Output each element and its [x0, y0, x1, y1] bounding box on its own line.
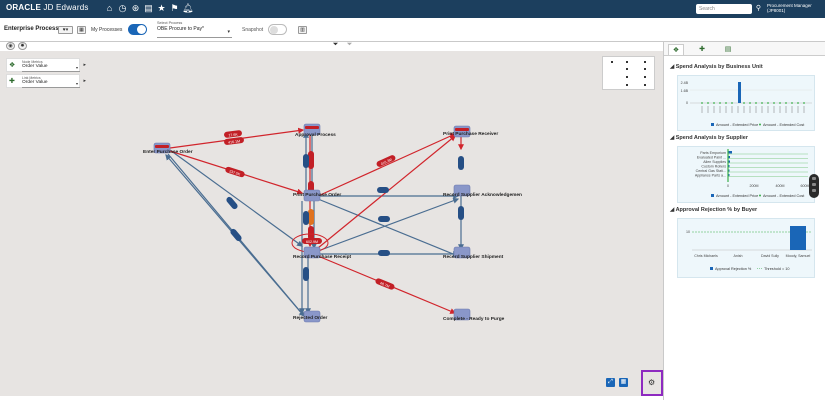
svg-text:David Sully: David Sully: [761, 254, 779, 258]
heart-dropdown-button[interactable]: ♥▾: [58, 26, 73, 34]
edge-label-e2[interactable]: 416.1M: [228, 139, 240, 144]
tab-analytics[interactable]: ❖: [668, 44, 684, 55]
tab-links[interactable]: ✚: [694, 44, 710, 55]
node-label-complete[interactable]: Complete - Ready to Purge: [443, 317, 504, 322]
svg-text:400M: 400M: [776, 184, 785, 188]
open-apps-icon[interactable]: ▤: [143, 3, 154, 14]
svg-text:Chris Michaels: Chris Michaels: [694, 254, 718, 258]
svg-text:0: 0: [727, 184, 729, 188]
oracle-jde-logo[interactable]: ORACLE JD Edwards: [6, 3, 89, 12]
tab-details[interactable]: ▤: [720, 44, 736, 55]
node-label-approval[interactable]: Approval Process: [295, 133, 336, 138]
bu-legend-2: Amount - Extended Cost: [763, 123, 805, 127]
section-title-rejection[interactable]: ◢ Approval Rejection % by Buyer: [670, 207, 757, 213]
rej-legend-1: Approval Rejection %: [715, 267, 752, 271]
settings-icon[interactable]: ✹: [18, 42, 27, 50]
edge-print-shipment: [317, 198, 460, 257]
edge-pill-blue-8: [378, 250, 390, 256]
svg-text:200M: 200M: [750, 184, 759, 188]
top-navigation-bar: ORACLE JD Edwards ⌂ ◷ ⊛ ▤ ★ ⚑ 🔔︎ Search …: [0, 0, 825, 18]
bu-ytick-3: 0: [686, 101, 688, 105]
process-toolbar: Enterprise Process ♥▾ ▦ My Processes Sel…: [0, 18, 825, 42]
svg-text:Allen Supplies: Allen Supplies: [703, 160, 726, 164]
panel-tabs: ❖ ✚ ▤: [664, 42, 825, 56]
edge-pill-vertical-4: [308, 226, 314, 240]
edge-print-receiver: [317, 133, 457, 197]
recent-icon[interactable]: ◷: [117, 3, 128, 14]
flag-icon[interactable]: ⚑: [169, 3, 180, 14]
edge-pill-blue-6: [377, 187, 389, 193]
select-process-dropdown[interactable]: Select Process OBE Procure to Pay* ▾: [157, 21, 232, 38]
edge-receipt-ack: [317, 197, 460, 252]
svg-text:Custom Rollers: Custom Rollers: [701, 165, 726, 169]
supplier-legend-2: Amount - Extended Cost: [763, 194, 805, 198]
edge-label-e5[interactable]: 602.9M: [306, 240, 318, 244]
panel-scroll-handle[interactable]: [809, 174, 819, 198]
user-menu[interactable]: Procurement Manager (JP8001): [767, 3, 821, 13]
bu-bar-peak: [738, 82, 741, 103]
edge-pill-blue-1: [303, 154, 309, 168]
bu-ytick-2: 1.6B: [681, 89, 689, 93]
fit-view-icon[interactable]: ⤢: [606, 378, 615, 387]
section-title-supplier[interactable]: ◢ Spend Analysis by Supplier: [670, 135, 748, 141]
edge-pill-blue-3: [303, 267, 309, 281]
search-input[interactable]: Search: [696, 4, 752, 14]
search-icon[interactable]: ⚲: [753, 3, 764, 14]
graph-settings-highlight[interactable]: ⚙: [641, 370, 663, 396]
bu-chart-svg: 2.4B 1.6B 0 Amount - Extended Price Amou…: [681, 81, 812, 127]
delete-icon[interactable]: ▥: [298, 26, 307, 34]
chevron-down-icon: ▾: [227, 29, 230, 35]
my-processes-label: My Processes: [91, 27, 123, 33]
supplier-legend-1: Amount - Extended Price: [716, 194, 758, 198]
analytics-panel: ❖ ✚ ▤ ◢ Spend Analysis by Business Unit …: [663, 42, 825, 400]
node-label-print[interactable]: Print Purchase Order: [293, 193, 341, 198]
page-title: Enterprise Process: [4, 26, 59, 32]
svg-text:Anish: Anish: [734, 254, 743, 258]
edge-pill-blue-2: [303, 211, 309, 225]
favorites-icon[interactable]: ★: [156, 3, 167, 14]
bu-ytick-1: 2.4B: [681, 81, 689, 85]
bu-legend-1: Amount - Extended Price: [716, 123, 758, 127]
svg-text:Evaluated Paint ...: Evaluated Paint ...: [697, 156, 726, 160]
rej-legend-2: Threshold = 10: [764, 267, 789, 271]
rej-bar-moody: [790, 226, 806, 250]
calendar-icon[interactable]: ▦: [77, 26, 86, 34]
node-label-enter[interactable]: Enter Purchase Order: [143, 150, 193, 155]
node-label-print-receiver[interactable]: Print Purchase Receiver: [443, 132, 498, 137]
section-title-business-unit[interactable]: ◢ Spend Analysis by Business Unit: [670, 64, 763, 70]
svg-text:Parts Emporium: Parts Emporium: [700, 151, 726, 155]
node-label-receipt[interactable]: Record Purchase Receipt: [293, 255, 351, 260]
my-processes-toggle[interactable]: [128, 24, 147, 35]
snapshot-label: Snapshot: [242, 27, 264, 33]
edge-pill-blue-7: [378, 216, 390, 222]
edge-pill-blue-9: [458, 156, 464, 170]
menu-icon[interactable]: ⊛: [130, 3, 141, 14]
chart-rejection: 10 Chris Michaels Anish David Sully Mood…: [677, 218, 815, 278]
edge-pill-blue-10: [458, 206, 464, 220]
svg-text:Appliance Parts a...: Appliance Parts a...: [695, 174, 726, 178]
edge-label-e1[interactable]: 17.6K: [228, 132, 238, 137]
svg-text:Central Gas Stati...: Central Gas Stati...: [696, 169, 726, 173]
gear-icon[interactable]: ⚙: [648, 378, 655, 387]
notifications-icon[interactable]: 🔔︎: [182, 3, 193, 14]
chart-business-unit: 2.4B 1.6B 0 Amount - Extended Price Amou…: [677, 75, 815, 131]
process-graph-canvas[interactable]: ❖ Node Metrics Order Value ▾ ▸ ✚ Link Me…: [0, 51, 663, 396]
svg-text:Moody, Samuel: Moody, Samuel: [786, 254, 811, 258]
clear-filter-icon[interactable]: ⏷: [345, 41, 354, 50]
node-label-ack[interactable]: Record Supplier Acknowledgemen: [443, 193, 522, 198]
node-label-shipment[interactable]: Record Supplier Shipment: [443, 255, 503, 260]
layout-icon[interactable]: ▦: [619, 378, 628, 387]
node-label-rejected[interactable]: Rejected Order: [293, 316, 327, 321]
process-graph: 17.6K 416.1M 237.5K 416.3M 602.9M 48.7M: [153, 123, 471, 323]
filter-icon[interactable]: ⏷: [331, 41, 340, 50]
chart-supplier: Parts Emporium Evaluated Paint ... Allen…: [677, 146, 815, 203]
view-icon[interactable]: ◉: [6, 42, 15, 50]
home-icon[interactable]: ⌂: [104, 3, 115, 14]
supplier-chart-svg: Parts Emporium Evaluated Paint ... Allen…: [695, 149, 810, 198]
edge-pill-blue-5: [230, 228, 242, 242]
rej-ytick: 10: [686, 230, 690, 234]
rejection-chart-svg: 10 Chris Michaels Anish David Sully Mood…: [686, 226, 812, 271]
snapshot-toggle[interactable]: [268, 24, 287, 35]
